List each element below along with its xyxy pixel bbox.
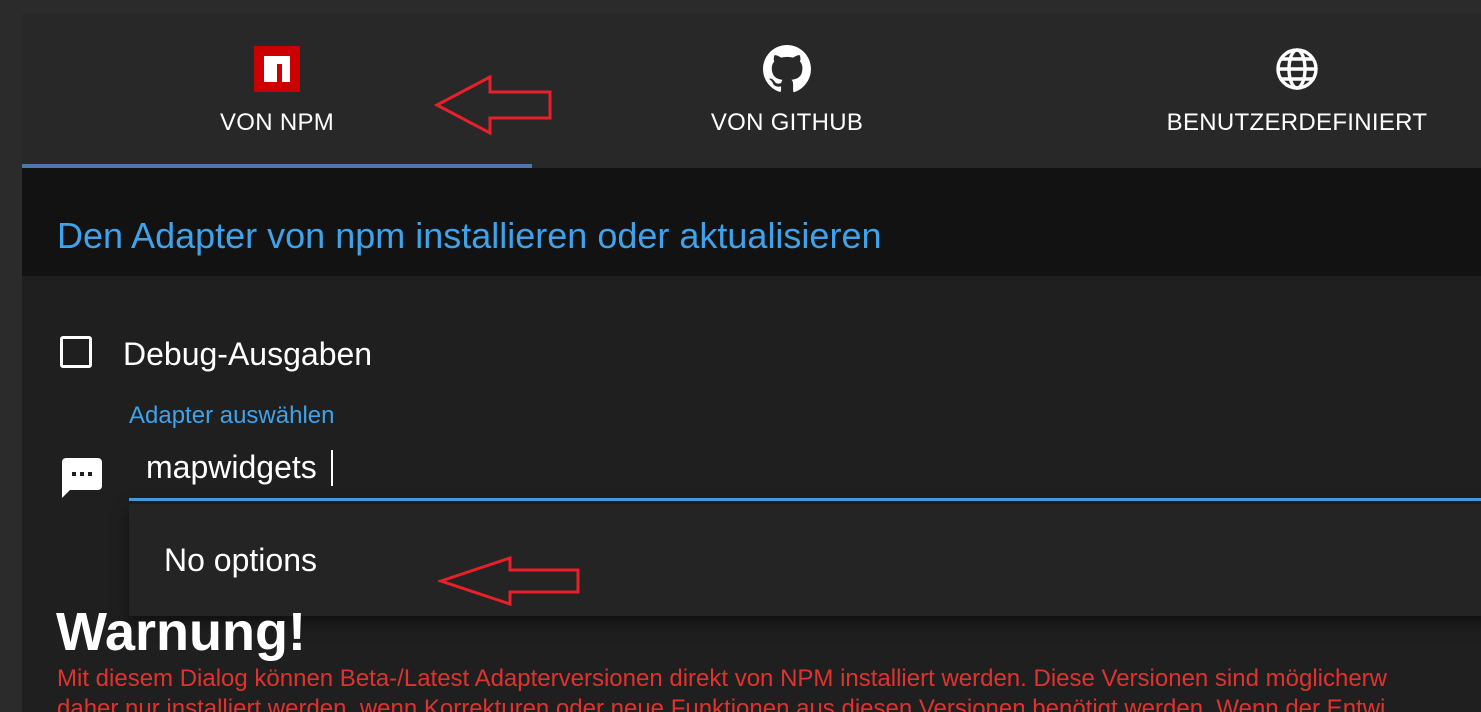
- tab-label: VON GITHUB: [710, 109, 864, 136]
- annotation-arrow-icon: [438, 555, 580, 607]
- message-icon: [62, 458, 102, 498]
- npm-icon: [254, 46, 300, 92]
- github-icon: [763, 45, 811, 93]
- text-caret: [331, 450, 333, 486]
- warning-line-1: Mit diesem Dialog können Beta-/Latest Ad…: [57, 665, 1387, 692]
- install-panel: Debug-Ausgaben Adapter auswählen No opti…: [22, 276, 1481, 712]
- install-dialog: VON NPM VON GITHUB BENUTZERDEFINIERT Den…: [22, 14, 1481, 712]
- warning-title: Warnung!: [56, 602, 306, 662]
- debug-checkbox[interactable]: [60, 336, 92, 368]
- section-title: Den Adapter von npm installieren oder ak…: [57, 215, 882, 256]
- globe-icon: [1276, 48, 1318, 90]
- tab-von-github[interactable]: VON GITHUB: [532, 14, 1042, 168]
- annotation-arrow-icon: [434, 74, 552, 136]
- active-tab-indicator: [22, 164, 532, 168]
- no-options-text: No options: [164, 542, 317, 578]
- tab-label: BENUTZERDEFINIERT: [1166, 109, 1428, 136]
- input-underline: [129, 498, 1481, 501]
- tab-bar: VON NPM VON GITHUB BENUTZERDEFINIERT: [22, 14, 1481, 168]
- warning-text: Mit diesem Dialog können Beta-/Latest Ad…: [57, 664, 1481, 712]
- adapter-select-label: Adapter auswählen: [129, 402, 335, 429]
- tab-benutzerdefiniert[interactable]: BENUTZERDEFINIERT: [1042, 14, 1481, 168]
- debug-checkbox-label[interactable]: Debug-Ausgaben: [123, 336, 372, 373]
- warning-line-2: daher nur installiert werden, wenn Korre…: [57, 695, 1386, 712]
- autocomplete-dropdown: No options: [129, 504, 1481, 616]
